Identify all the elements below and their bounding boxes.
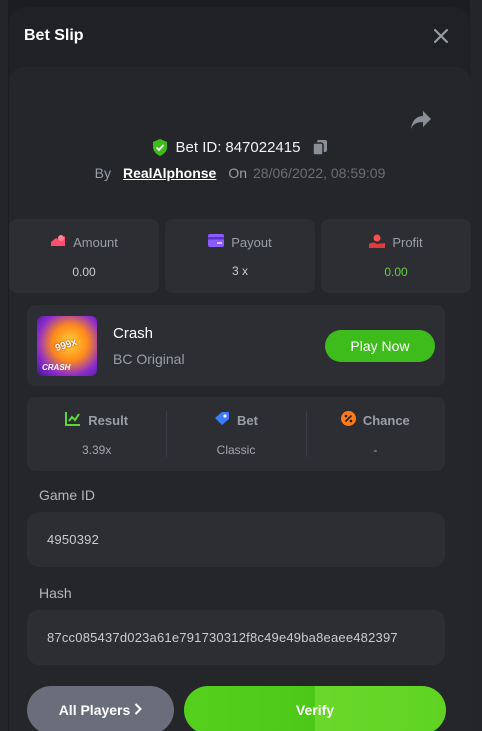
play-now-button[interactable]: Play Now <box>325 329 435 362</box>
bet-id-label: Bet ID: <box>175 139 222 156</box>
footer-buttons: All Players Verify <box>27 686 447 731</box>
game-provider: BC Original <box>113 350 185 367</box>
chance-label: Chance <box>362 412 410 428</box>
modal-title: Bet Slip <box>24 27 84 44</box>
stat-payout: Payout 3 x <box>165 219 315 293</box>
by-label: By <box>94 165 111 181</box>
game-thumbnail[interactable]: 999x CRASH <box>37 315 97 376</box>
stat-profit-value: 0.00 <box>384 264 408 279</box>
copy-icon[interactable] <box>312 139 328 156</box>
shield-check-icon <box>152 139 168 156</box>
amount-icon <box>50 234 66 251</box>
bet-detail-panel: Bet ID: 847022415 By RealAlphonse On 28/… <box>9 67 471 731</box>
bet-stats: Amount 0.00 Payout 3 x Profit 0.00 <box>9 219 471 293</box>
chevron-right-icon <box>134 702 143 718</box>
stat-payout-value: 3 x <box>231 264 248 278</box>
profit-icon <box>369 234 386 251</box>
game-card: 999x CRASH Crash BC Original Play Now <box>27 305 445 386</box>
result-value: 3.39x <box>81 443 112 457</box>
stat-profit: Profit 0.00 <box>321 219 471 293</box>
stat-amount-value: 0.00 <box>72 264 96 279</box>
result-label: Result <box>88 412 129 428</box>
bet-type-value: Classic <box>216 443 256 457</box>
bet-meta-row: By RealAlphonse On 28/06/2022, 08:59:09 <box>9 165 471 181</box>
share-icon[interactable] <box>409 109 433 131</box>
bet-tag-icon <box>214 411 230 429</box>
bet-slip-modal: Bet Slip Bet ID: 847022415 By RealAlphon… <box>9 7 471 731</box>
game-name: Crash <box>113 324 154 342</box>
hash-label: Hash <box>39 585 72 601</box>
hash-field[interactable]: 87cc085437d023a61e791730312f8c49e49ba8ea… <box>27 610 445 665</box>
stat-payout-label: Payout <box>231 234 272 250</box>
stat-profit-label: Profit <box>392 234 423 250</box>
result-chart-icon <box>65 411 81 429</box>
result-card: Result 3.39x Bet Classic Chance - <box>27 397 445 471</box>
bet-datetime: 28/06/2022, 08:59:09 <box>253 165 386 181</box>
stat-amount: Amount 0.00 <box>9 219 159 293</box>
game-id-field[interactable]: 4950392 <box>27 512 445 567</box>
payout-card-icon <box>208 234 225 250</box>
modal-header: Bet Slip <box>9 7 471 65</box>
thumb-label: CRASH <box>42 362 71 372</box>
all-players-button[interactable]: All Players <box>27 686 174 731</box>
thumb-multiplier: 999x <box>53 336 79 354</box>
result-cell: Result 3.39x <box>27 397 166 471</box>
chance-cell: Chance - <box>305 397 445 471</box>
game-id-label: Game ID <box>39 487 96 503</box>
verify-button[interactable]: Verify <box>184 686 446 731</box>
backdrop-right <box>470 0 482 731</box>
bet-id-value: 847022415 <box>225 139 301 156</box>
backdrop-left <box>0 0 8 731</box>
all-players-label: All Players <box>58 702 131 718</box>
chance-value: - <box>373 443 378 457</box>
close-icon[interactable] <box>429 24 453 48</box>
bet-type-cell: Bet Classic <box>166 397 305 471</box>
bet-type-label: Bet <box>237 412 258 428</box>
username-link[interactable]: RealAlphonse <box>123 165 216 181</box>
game-info: Crash BC Original <box>113 325 325 367</box>
bet-id-row: Bet ID: 847022415 <box>9 139 471 156</box>
on-label: On <box>228 165 248 181</box>
chance-percent-icon <box>340 411 356 429</box>
stat-amount-label: Amount <box>73 234 118 250</box>
